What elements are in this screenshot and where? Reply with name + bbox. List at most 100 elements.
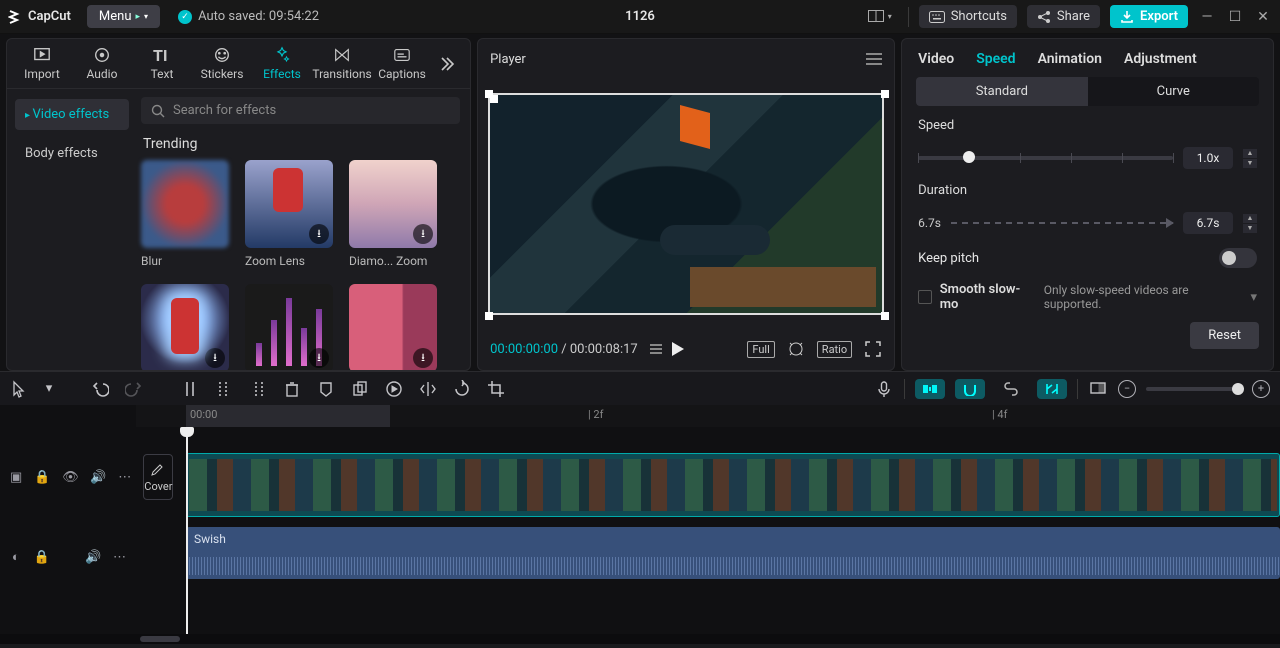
keep-pitch-toggle[interactable]	[1219, 248, 1257, 268]
download-icon[interactable]: ⭳	[413, 348, 433, 368]
effect-spectrum-scan[interactable]: ⭳ Spectrum Scan	[245, 284, 333, 370]
shortcuts-button[interactable]: Shortcuts	[919, 5, 1017, 28]
track-lock-icon[interactable]: 🔒	[34, 470, 50, 485]
sidebar-item-video-effects[interactable]: Video effects	[15, 99, 129, 130]
effect-edge-glow[interactable]: ⭳ Edge Glow	[141, 284, 229, 370]
minimize-icon[interactable]: —	[1198, 9, 1216, 25]
timeline-lanes[interactable]: Swish	[136, 427, 1280, 634]
mic-icon[interactable]	[874, 379, 894, 399]
fullscreen-icon[interactable]	[864, 340, 882, 358]
player-original-icon[interactable]	[787, 340, 805, 358]
track-more-icon[interactable]: ⋯	[118, 470, 131, 485]
player-menu-icon[interactable]	[866, 53, 882, 65]
zoom-slider[interactable]	[1146, 387, 1242, 391]
smooth-checkbox[interactable]	[918, 290, 932, 304]
tab-text[interactable]: TI Text	[133, 44, 191, 83]
layout-toggle[interactable]: ▾	[862, 8, 898, 26]
play-button[interactable]	[672, 342, 684, 356]
tab-stickers[interactable]: Stickers	[193, 44, 251, 83]
track-mute-icon[interactable]: 🔊	[90, 470, 106, 485]
mirror-icon[interactable]	[418, 379, 438, 399]
reset-button[interactable]: Reset	[1190, 322, 1259, 349]
effect-diamond-zoom[interactable]: ⭳ Diamo... Zoom	[349, 160, 437, 268]
segment-curve[interactable]: Curve	[1088, 77, 1259, 106]
redo-icon[interactable]	[124, 379, 144, 399]
speed-value[interactable]: 1.0x	[1183, 147, 1233, 169]
split-icon[interactable]	[180, 379, 200, 399]
tab-effects[interactable]: Effects	[253, 44, 311, 83]
track-lock-icon[interactable]: 🔒	[34, 550, 50, 565]
tab-import[interactable]: Import	[13, 44, 71, 83]
download-icon[interactable]: ⭳	[413, 224, 433, 244]
marker-icon[interactable]	[316, 379, 336, 399]
effect-blur[interactable]: Blur	[141, 160, 229, 268]
effect-shake[interactable]: ⭳ Shake	[349, 284, 437, 370]
reverse-icon[interactable]	[384, 379, 404, 399]
pointer-tool[interactable]	[10, 379, 30, 399]
smooth-slowmo-row[interactable]: Smooth slow-mo Only slow-speed videos ar…	[918, 282, 1257, 312]
duration-value[interactable]: 6.7s	[1183, 212, 1233, 234]
preview-canvas[interactable]	[488, 93, 884, 315]
snap-icon[interactable]	[1037, 379, 1067, 399]
video-clip[interactable]	[186, 453, 1280, 517]
tab-transitions[interactable]: Transitions	[313, 44, 371, 83]
audio-clip[interactable]: Swish	[186, 527, 1280, 579]
split-right-icon[interactable]	[248, 379, 268, 399]
export-button[interactable]: Export	[1110, 5, 1188, 28]
tabs-more-icon[interactable]	[433, 55, 459, 73]
download-icon[interactable]: ⭳	[205, 348, 225, 368]
maximize-icon[interactable]: ☐	[1226, 9, 1244, 25]
track-collapse-icon[interactable]: ▣	[10, 470, 22, 485]
effect-zoom-lens[interactable]: ⭳ Zoom Lens	[245, 160, 333, 268]
magnet-track-icon[interactable]	[955, 379, 985, 399]
media-panel: Import Audio TI Text Stickers Effects Tr…	[6, 38, 471, 371]
timeline-ruler[interactable]: 00:00 | 2f | 4f	[136, 405, 1280, 427]
search-input[interactable]: Search for effects	[141, 97, 460, 124]
speed-stepper[interactable]: ▲▼	[1243, 149, 1257, 168]
share-button[interactable]: Share	[1027, 5, 1100, 28]
download-icon[interactable]: ⭳	[309, 348, 329, 368]
track-clock-icon[interactable]: ◐	[10, 549, 22, 565]
tab-adjustment[interactable]: Adjustment	[1124, 51, 1197, 67]
duration-start: 6.7s	[918, 216, 941, 230]
player-panel: Player 00:00:00:00 / 00:00:08:17 Full Ra…	[477, 38, 895, 371]
split-left-icon[interactable]	[214, 379, 234, 399]
speed-mode-segmented[interactable]: Standard Curve	[916, 77, 1259, 106]
rotate-icon[interactable]	[452, 379, 472, 399]
tab-audio[interactable]: Audio	[73, 44, 131, 83]
tab-captions[interactable]: Captions	[373, 44, 431, 83]
menu-button[interactable]: Menu ▸ ▾	[87, 5, 160, 28]
delete-icon[interactable]	[282, 379, 302, 399]
player-ratio-button[interactable]: Ratio	[817, 341, 852, 358]
video-track-head: ▣ 🔒 👁 🔊 ⋯ Cover	[0, 427, 136, 527]
tab-speed[interactable]: Speed	[976, 51, 1015, 67]
zoom-out-icon[interactable]: −	[1118, 380, 1136, 398]
player-list-icon[interactable]	[650, 344, 662, 354]
timeline-scrollbar[interactable]	[0, 634, 1280, 644]
link-icon[interactable]	[995, 379, 1027, 399]
duplicate-icon[interactable]	[350, 379, 370, 399]
zoom-in-icon[interactable]: +	[1252, 380, 1270, 398]
autosave-status: ✓ Auto saved: 09:54:22	[178, 9, 319, 24]
track-mute-icon[interactable]: 🔊	[85, 550, 101, 565]
segment-standard[interactable]: Standard	[916, 77, 1087, 106]
magnet-main-icon[interactable]	[915, 379, 945, 399]
download-icon[interactable]: ⭳	[309, 224, 329, 244]
pointer-menu[interactable]: ▾	[44, 379, 54, 399]
project-title: 1126	[625, 9, 655, 24]
speed-slider[interactable]	[918, 156, 1173, 160]
playhead[interactable]	[186, 427, 188, 634]
preview-toggle-icon[interactable]	[1088, 379, 1108, 399]
close-icon[interactable]: ✕	[1254, 9, 1272, 25]
player-full-button[interactable]: Full	[747, 341, 774, 358]
track-eye-icon[interactable]: 👁	[62, 470, 78, 485]
track-more-icon[interactable]: ⋯	[113, 550, 126, 565]
sidebar-item-body-effects[interactable]: Body effects	[15, 138, 129, 169]
effects-section-title: Trending	[143, 136, 460, 152]
tab-animation[interactable]: Animation	[1038, 51, 1102, 67]
duration-slider[interactable]	[951, 222, 1173, 224]
crop-icon[interactable]	[486, 379, 506, 399]
tab-video[interactable]: Video	[918, 51, 954, 67]
duration-stepper[interactable]: ▲▼	[1243, 214, 1257, 233]
undo-icon[interactable]	[90, 379, 110, 399]
